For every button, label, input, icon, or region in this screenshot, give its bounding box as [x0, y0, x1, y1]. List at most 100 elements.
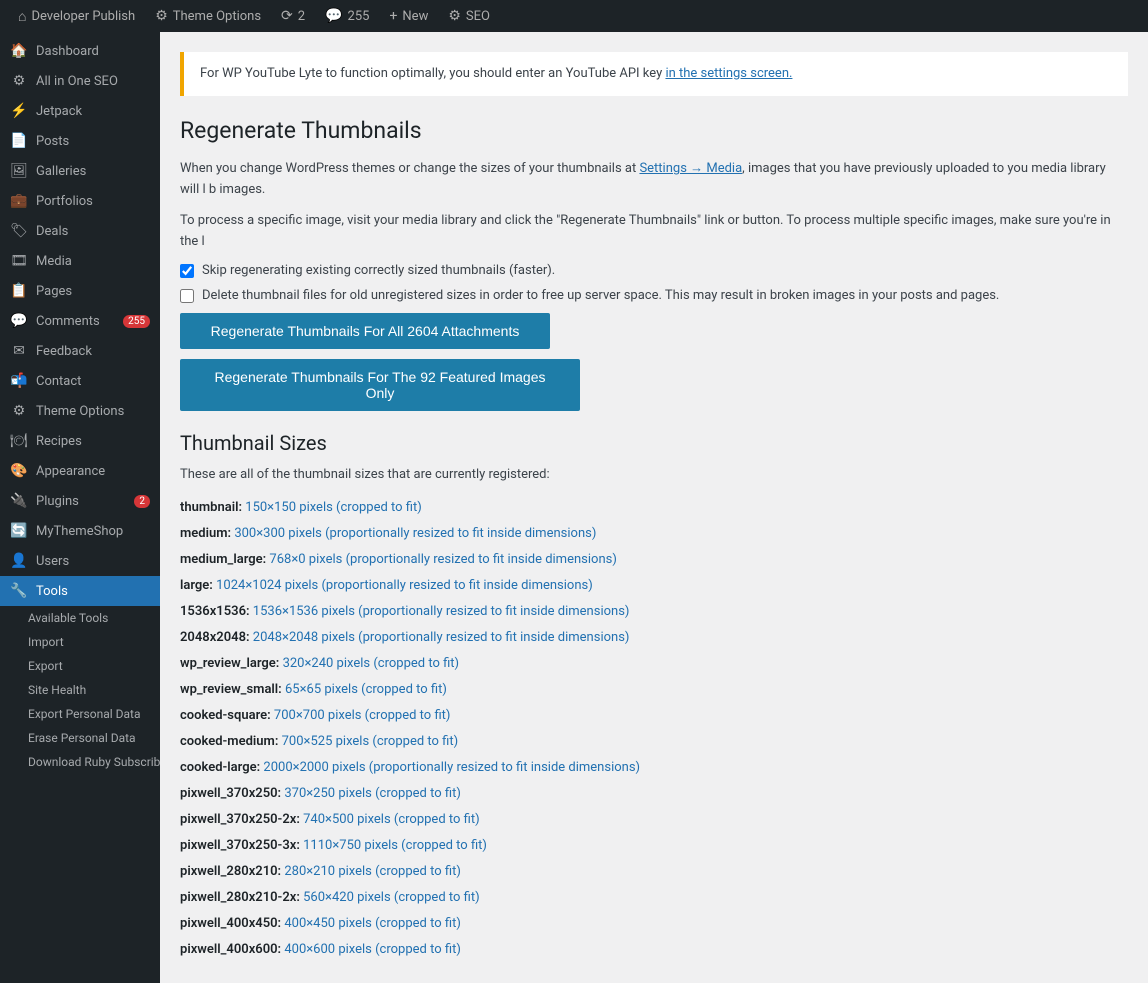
feedback-icon: ✉ [10, 343, 28, 359]
sidebar-item-feedback[interactable]: ✉ Feedback [0, 336, 160, 366]
contact-icon: 📬 [10, 373, 28, 389]
galleries-icon: 🖼 [10, 163, 28, 179]
thumb-size-row: medium: 300×300 pixels (proportionally r… [180, 521, 1128, 547]
regenerate-all-button[interactable]: Regenerate Thumbnails For All 2604 Attac… [180, 313, 550, 349]
thumb-value: 2048×2048 pixels (proportionally resized… [253, 630, 630, 645]
thumb-label: pixwell_280x210-2x: [180, 890, 300, 905]
sidebar-label-comments: Comments [36, 314, 100, 329]
submenu-item-erase-personal[interactable]: Erase Personal Data [10, 726, 160, 750]
sidebar-label-plugins: Plugins [36, 494, 79, 509]
submenu-item-available-tools[interactable]: Available Tools [10, 606, 160, 630]
thumb-label: pixwell_400x450: [180, 916, 281, 931]
submenu-item-export[interactable]: Export [10, 654, 160, 678]
sidebar-label-dashboard: Dashboard [36, 44, 99, 59]
thumb-value: 1024×1024 pixels (proportionally resized… [216, 578, 593, 593]
sidebar-item-deals[interactable]: 🏷Deals [0, 216, 160, 246]
thumb-value: 150×150 pixels (cropped to fit) [245, 500, 422, 515]
submenu-item-export-personal[interactable]: Export Personal Data [10, 702, 160, 726]
thumb-size-row: large: 1024×1024 pixels (proportionally … [180, 573, 1128, 599]
thumb-label: large: [180, 578, 213, 593]
comments-icon: 💬 [10, 313, 28, 329]
submenu-item-download-ruby[interactable]: Download Ruby Subscribed Emails [10, 750, 160, 774]
sidebar-item-mythemeshop[interactable]: 🔄MyThemeShop [0, 516, 160, 546]
users-icon: 👤 [10, 553, 28, 569]
wp-icon: ⌂ [18, 8, 26, 25]
sidebar-item-contact[interactable]: 📬Contact [0, 366, 160, 396]
sidebar-label-appearance: Appearance [36, 464, 105, 479]
thumb-label: medium: [180, 526, 231, 541]
adminbar-site[interactable]: ⌂ Developer Publish [8, 0, 145, 32]
sidebar-item-galleries[interactable]: 🖼Galleries [0, 156, 160, 186]
sidebar-item-portfolios[interactable]: 💼Portfolios [0, 186, 160, 216]
notice-link[interactable]: in the settings screen. [665, 66, 792, 81]
thumbnail-sizes-desc: These are all of the thumbnail sizes tha… [180, 465, 1128, 486]
sidebar-item-users[interactable]: 👤Users [0, 546, 160, 576]
adminbar-seo[interactable]: ⚙ SEO [438, 0, 500, 32]
thumbnail-sizes-list: thumbnail: 150×150 pixels (cropped to fi… [180, 495, 1128, 963]
thumb-value: 700×525 pixels (cropped to fit) [282, 734, 459, 749]
adminbar-theme-options[interactable]: ⚙ Theme Options [145, 0, 271, 32]
portfolios-icon: 💼 [10, 193, 28, 209]
main-content: For WP YouTube Lyte to function optimall… [160, 32, 1148, 983]
checkbox-delete-label[interactable]: Delete thumbnail files for old unregiste… [202, 288, 999, 303]
notice-bar: For WP YouTube Lyte to function optimall… [180, 52, 1128, 96]
sidebar-item-dashboard[interactable]: 🏠Dashboard [0, 36, 160, 66]
settings-media-link[interactable]: Settings → Media [639, 161, 742, 176]
appearance-icon: 🎨 [10, 463, 28, 479]
checkbox-delete[interactable] [180, 289, 194, 303]
media-icon: 🎞 [10, 253, 28, 269]
description-2: To process a specific image, visit your … [180, 211, 1128, 253]
adminbar-updates[interactable]: ⟳ 2 [271, 0, 315, 32]
posts-icon: 📄 [10, 133, 28, 149]
sidebar-item-posts[interactable]: 📄 Posts [0, 126, 160, 156]
sidebar-label-posts: Posts [36, 134, 69, 149]
adminbar-new[interactable]: + New [379, 0, 438, 32]
sidebar-item-tools[interactable]: 🔧 Tools [0, 576, 160, 606]
thumb-size-row: 1536x1536: 1536×1536 pixels (proportiona… [180, 599, 1128, 625]
checkbox-skip[interactable] [180, 264, 194, 278]
sidebar-label-jetpack: Jetpack [36, 104, 82, 119]
submenu-item-site-health[interactable]: Site Health [10, 678, 160, 702]
tools-icon: 🔧 [10, 583, 28, 599]
sidebar-label-allinoneseo: All in One SEO [36, 74, 118, 89]
sidebar-item-allinoneseo[interactable]: ⚙ All in One SEO [0, 66, 160, 96]
sidebar-item-theme-options[interactable]: ⚙Theme Options [0, 396, 160, 426]
sidebar-item-pages[interactable]: 📋Pages [0, 276, 160, 306]
allinoneseo-icon: ⚙ [10, 73, 28, 89]
thumb-size-row: thumbnail: 150×150 pixels (cropped to fi… [180, 495, 1128, 521]
sidebar-item-comments[interactable]: 💬Comments255 [0, 306, 160, 336]
thumb-value: 740×500 pixels (cropped to fit) [303, 812, 480, 827]
checkbox-delete-row: Delete thumbnail files for old unregiste… [180, 288, 1128, 303]
thumb-value: 700×700 pixels (cropped to fit) [274, 708, 451, 723]
thumb-size-row: pixwell_370x250-2x: 740×500 pixels (crop… [180, 807, 1128, 833]
sidebar-label-tools: Tools [36, 584, 68, 599]
sidebar-item-media[interactable]: 🎞 Media [0, 246, 160, 276]
mythemeshop-icon: 🔄 [10, 523, 28, 539]
thumb-label: 1536x1536: [180, 604, 250, 619]
thumb-label: cooked-large: [180, 760, 260, 775]
thumb-value: 400×600 pixels (cropped to fit) [284, 942, 461, 957]
sidebar-item-plugins[interactable]: 🔌Plugins2 [0, 486, 160, 516]
thumb-value: 300×300 pixels (proportionally resized t… [234, 526, 596, 541]
updates-icon: ⟳ [281, 8, 293, 24]
sidebar-item-appearance[interactable]: 🎨 Appearance [0, 456, 160, 486]
thumb-size-row: wp_review_small: 65×65 pixels (cropped t… [180, 677, 1128, 703]
sidebar-item-recipes[interactable]: 🍽Recipes [0, 426, 160, 456]
sidebar-item-jetpack[interactable]: ⚡Jetpack [0, 96, 160, 126]
thumbnail-sizes-title: Thumbnail Sizes [180, 431, 1128, 455]
thumb-label: 2048x2048: [180, 630, 250, 645]
sidebar-label-media: Media [36, 254, 72, 269]
checkbox-skip-label[interactable]: Skip regenerating existing correctly siz… [202, 263, 555, 278]
thumb-value: 280×210 pixels (cropped to fit) [284, 864, 461, 879]
deals-icon: 🏷 [10, 223, 28, 239]
thumb-label: wp_review_large: [180, 656, 279, 671]
plus-icon: + [389, 8, 397, 24]
thumb-size-row: cooked-square: 700×700 pixels (cropped t… [180, 703, 1128, 729]
thumb-value: 1110×750 pixels (cropped to fit) [303, 838, 487, 853]
sidebar-label-feedback: Feedback [36, 344, 92, 359]
submenu-item-import[interactable]: Import [10, 630, 160, 654]
adminbar-comments[interactable]: 💬 255 [315, 0, 379, 32]
regenerate-featured-button[interactable]: Regenerate Thumbnails For The 92 Feature… [180, 359, 580, 411]
thumb-value: 320×240 pixels (cropped to fit) [283, 656, 460, 671]
thumb-size-row: cooked-large: 2000×2000 pixels (proporti… [180, 755, 1128, 781]
